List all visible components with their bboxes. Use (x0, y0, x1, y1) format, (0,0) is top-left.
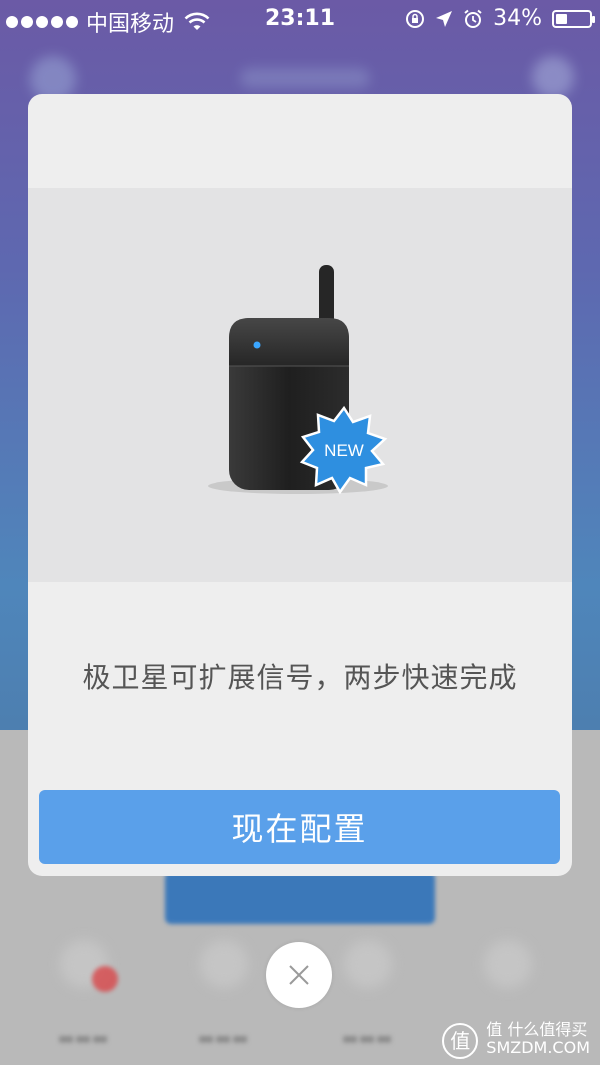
close-icon (289, 965, 309, 985)
background-red-dot (92, 966, 118, 992)
background-button (165, 872, 435, 924)
watermark-line2: SMZDM.COM (486, 1038, 590, 1057)
battery-icon (552, 9, 595, 28)
watermark: 值 值 什么值得买 SMZDM.COM (442, 1020, 590, 1059)
battery-level (556, 13, 567, 24)
background-label-3: ▬▬▬ (341, 1028, 393, 1049)
battery-percentage: 34% (493, 6, 542, 31)
status-bar: 中国移动 23:11 34% (0, 0, 600, 40)
router-device-image: NEW (208, 265, 388, 495)
status-right: 34% (405, 6, 595, 31)
background-title (240, 68, 370, 88)
background-icon-4 (484, 940, 532, 988)
location-icon (436, 10, 453, 27)
alarm-icon (464, 9, 482, 28)
background-icon-2 (200, 940, 248, 988)
background-label-2: ▬▬▬ (197, 1028, 249, 1049)
background-icon-3 (344, 940, 392, 988)
new-badge-label: NEW (324, 441, 364, 460)
background-label-1: ▬▬▬ (57, 1028, 109, 1049)
close-button[interactable] (266, 942, 332, 1008)
rotation-lock-icon (406, 9, 425, 28)
configure-now-button[interactable]: 现在配置 (39, 790, 560, 864)
promo-message: 极卫星可扩展信号，两步快速完成 (82, 661, 518, 694)
product-image-area: NEW (28, 188, 572, 582)
background-settings (532, 56, 574, 98)
promo-dialog: NEW 极卫星可扩展信号，两步快速完成 现在配置 (28, 94, 572, 876)
watermark-line1: 值 什么值得买 (486, 1020, 588, 1039)
